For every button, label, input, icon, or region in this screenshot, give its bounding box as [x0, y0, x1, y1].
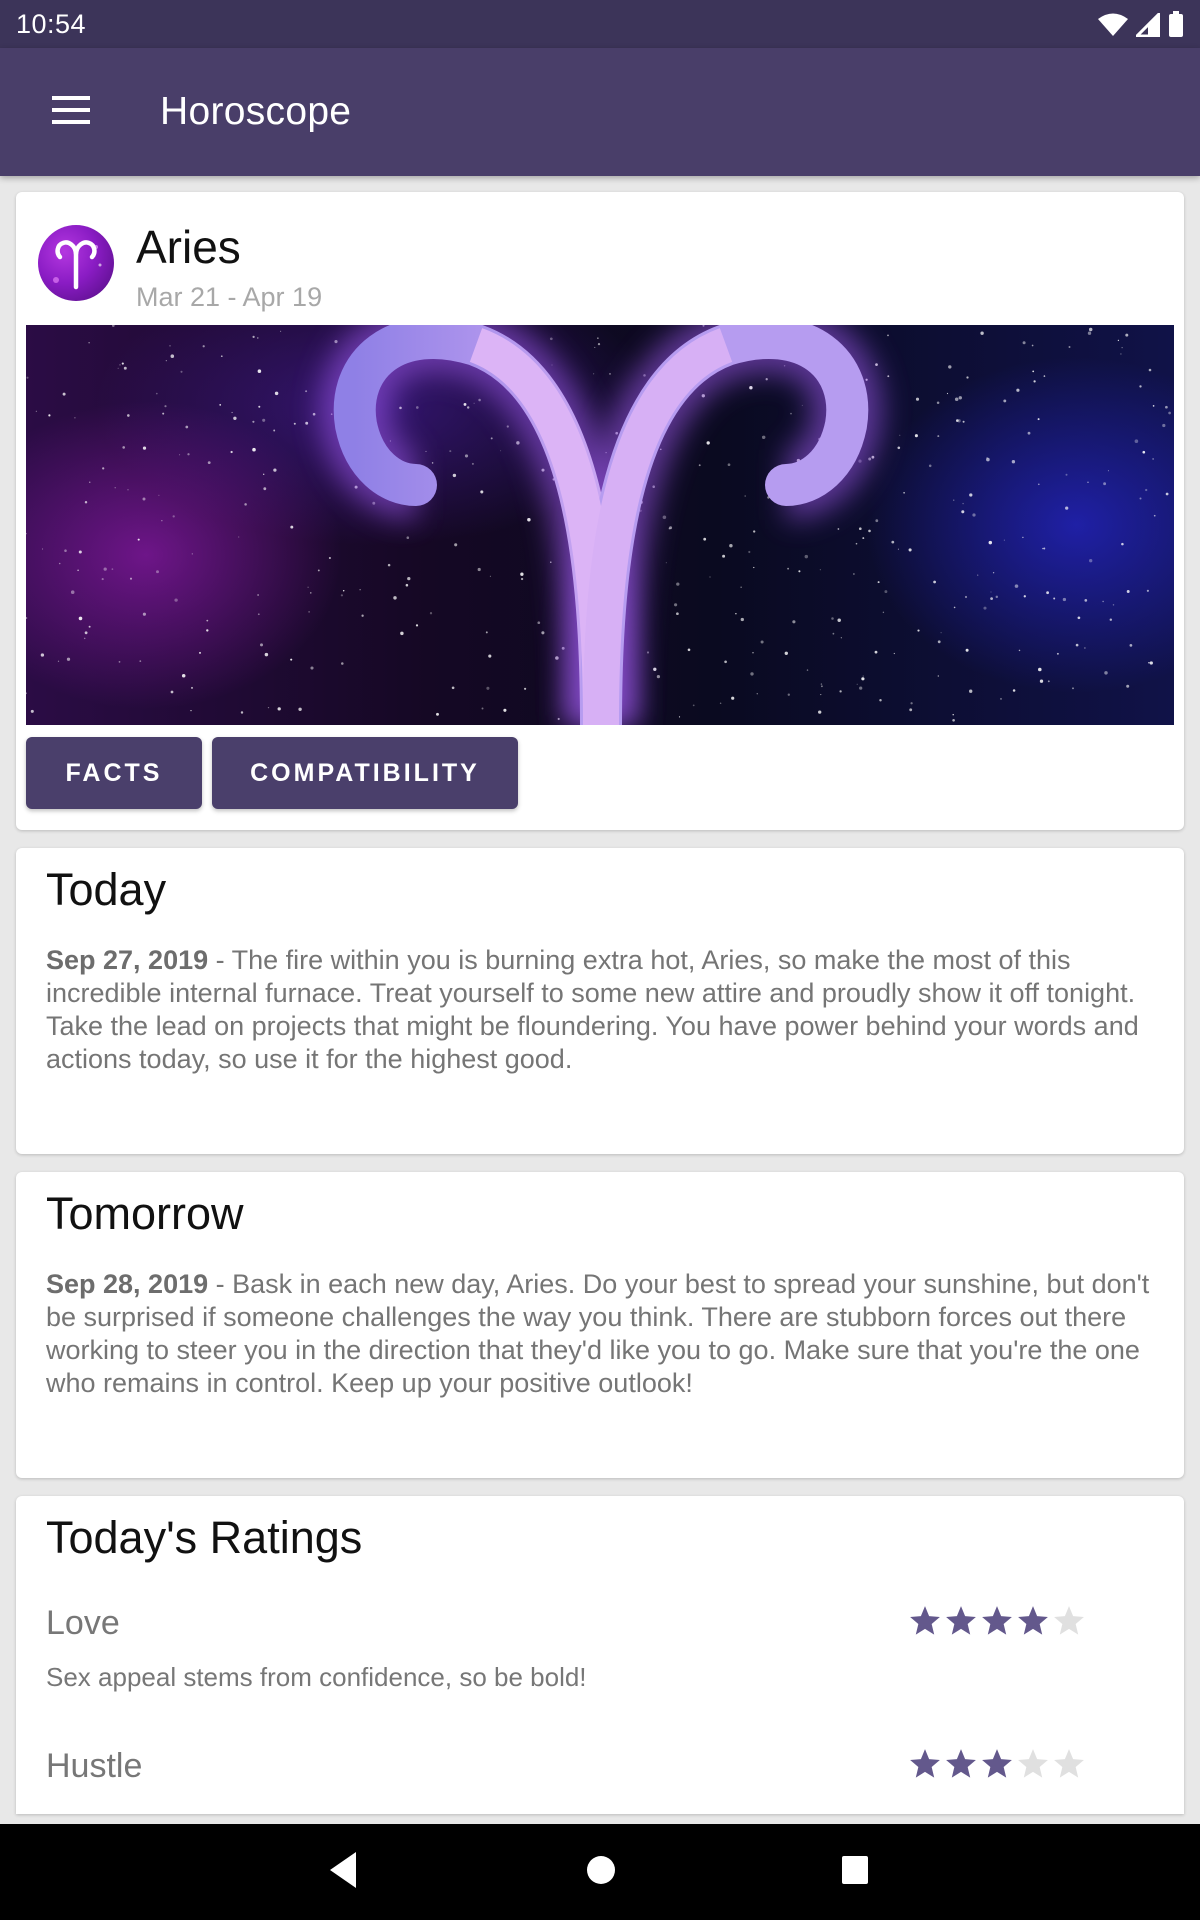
status-bar: 10:54	[0, 0, 1200, 48]
star-filled-icon	[982, 1749, 1012, 1778]
today-card: Today Sep 27, 2019 - The fire within you…	[16, 848, 1184, 1154]
rating-row-love: Love Sex appeal stems from confidence, s…	[46, 1604, 1156, 1692]
star-filled-icon	[946, 1749, 976, 1778]
hamburger-menu-icon[interactable]	[44, 92, 100, 132]
sign-dates: Mar 21 - Apr 19	[136, 282, 323, 312]
ratings-title: Today's Ratings	[46, 1512, 363, 1563]
aries-glyph-illustration	[319, 325, 883, 725]
sign-card: Aries Mar 21 - Apr 19 FACTS COMPATIBILIT…	[16, 192, 1184, 830]
status-time: 10:54	[16, 9, 87, 39]
sign-name: Aries	[136, 221, 241, 273]
app-title: Horoscope	[160, 90, 352, 133]
ratings-card: Today's Ratings Love Sex appeal stems fr…	[16, 1496, 1184, 1814]
home-icon[interactable]	[586, 1850, 616, 1890]
today-title: Today	[46, 864, 167, 915]
today-date: Sep 27, 2019	[46, 945, 209, 975]
star-rating	[908, 1604, 1086, 1638]
today-horoscope-text: Sep 27, 2019 - The fire within you is bu…	[46, 944, 1156, 1076]
status-icons	[1098, 11, 1184, 37]
star-filled-icon	[946, 1606, 976, 1635]
star-filled-icon	[910, 1749, 940, 1778]
star-rating	[908, 1747, 1086, 1781]
tomorrow-card: Tomorrow Sep 28, 2019 - Bask in each new…	[16, 1172, 1184, 1478]
wifi-icon	[1098, 13, 1128, 36]
star-empty-icon	[1054, 1606, 1084, 1635]
star-filled-icon	[910, 1606, 940, 1635]
star-empty-icon	[1018, 1749, 1048, 1778]
star-empty-icon	[1054, 1749, 1084, 1778]
star-filled-icon	[1018, 1606, 1048, 1635]
tomorrow-horoscope-text: Sep 28, 2019 - Bask in each new day, Ari…	[46, 1268, 1156, 1400]
aries-banner-image	[26, 325, 1174, 725]
rating-description: Sex appeal stems from confidence, so be …	[46, 1662, 587, 1692]
battery-icon	[1169, 11, 1183, 37]
system-nav-bar	[0, 1824, 1200, 1920]
tomorrow-date: Sep 28, 2019	[46, 1269, 209, 1299]
tomorrow-text: - Bask in each new day, Aries. Do your b…	[46, 1269, 1150, 1398]
facts-button[interactable]: FACTS	[26, 737, 202, 809]
today-text: - The fire within you is burning extra h…	[46, 945, 1139, 1074]
back-icon[interactable]	[328, 1850, 358, 1890]
star-filled-icon	[982, 1606, 1012, 1635]
app-bar: Horoscope	[0, 48, 1200, 176]
tomorrow-title: Tomorrow	[46, 1188, 244, 1239]
rating-row-hustle: Hustle	[46, 1747, 1156, 1786]
compatibility-button[interactable]: COMPATIBILITY	[212, 737, 518, 809]
signal-icon	[1136, 13, 1160, 37]
recents-icon[interactable]	[840, 1850, 870, 1890]
aries-symbol-icon	[38, 225, 114, 301]
